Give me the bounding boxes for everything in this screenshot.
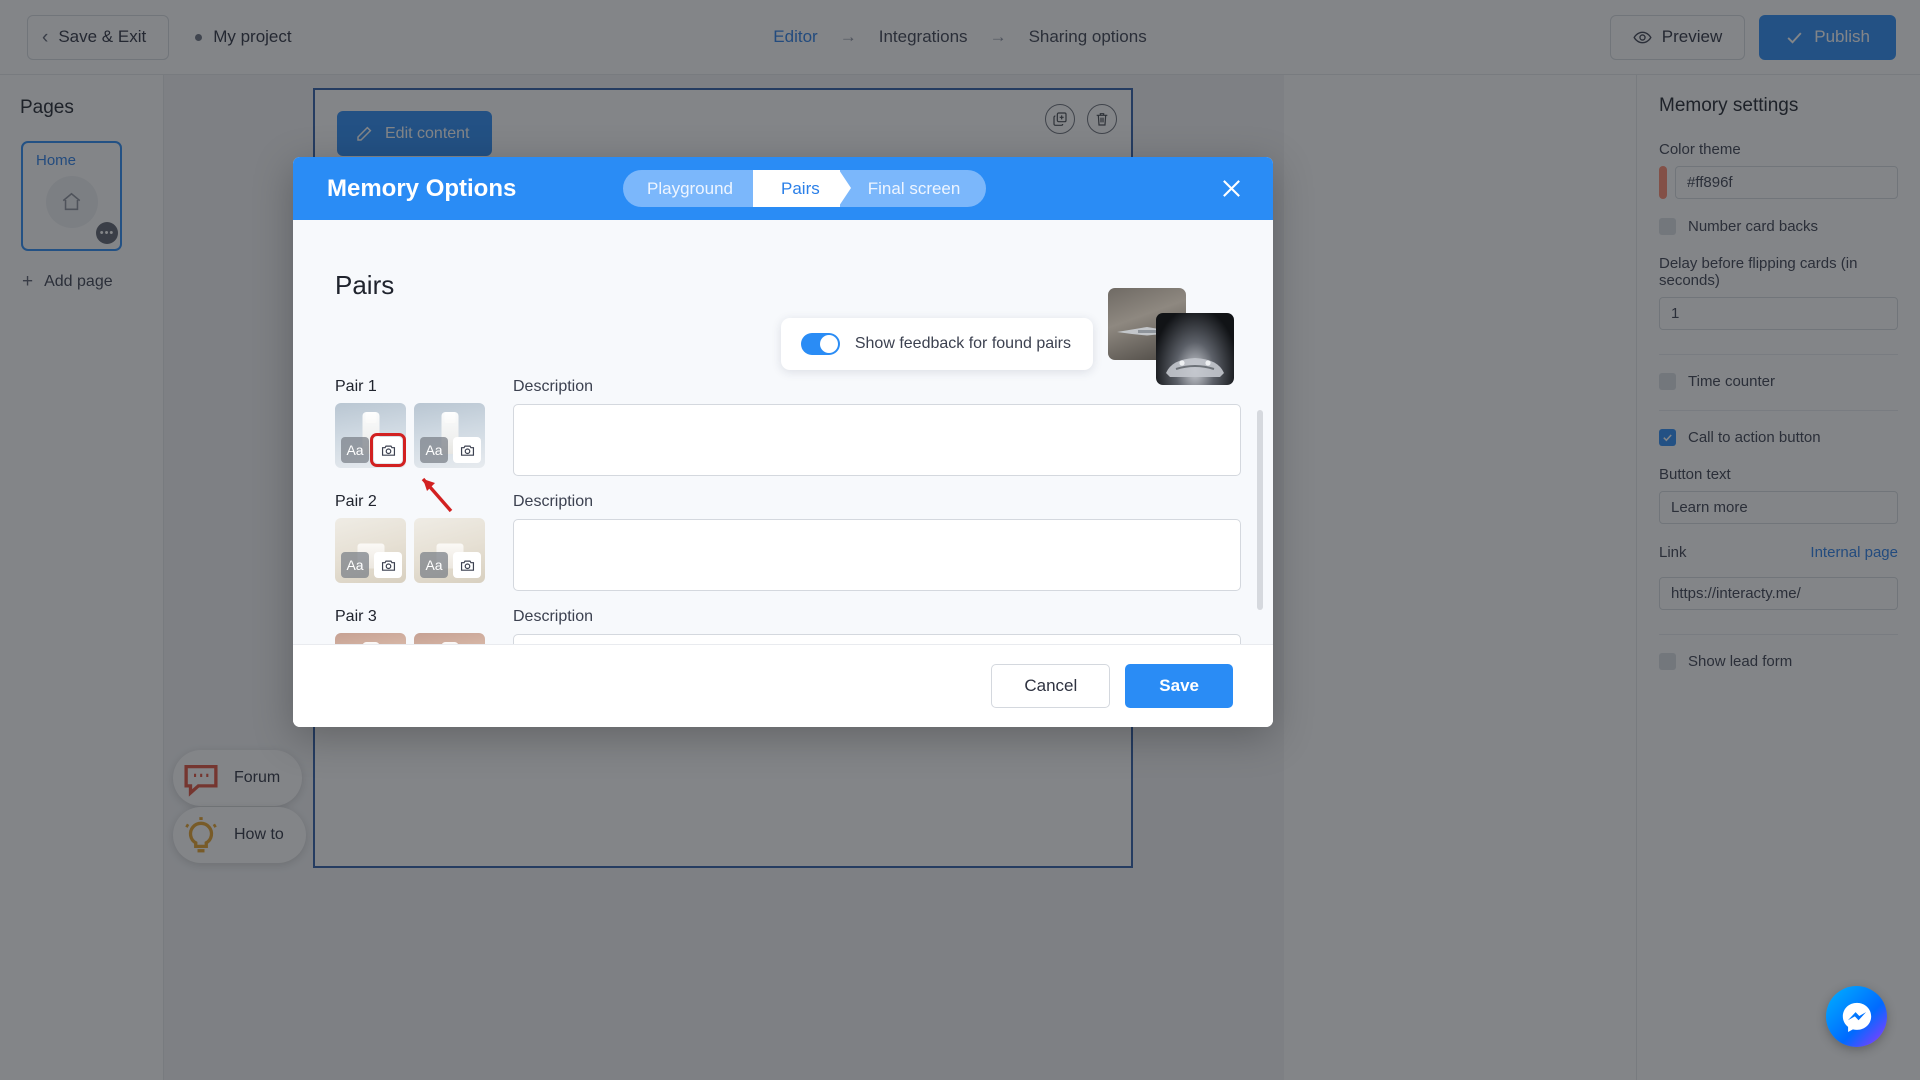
description-textarea[interactable] bbox=[513, 519, 1241, 591]
wizard-step-final-screen-label: Final screen bbox=[867, 178, 961, 198]
camera-icon bbox=[460, 560, 474, 571]
pairs-scrollbar[interactable] bbox=[1257, 410, 1263, 610]
image-chip[interactable] bbox=[374, 552, 402, 578]
description-textarea[interactable] bbox=[513, 404, 1241, 476]
modal-close-button[interactable] bbox=[1216, 174, 1246, 204]
feedback-toggle-card: Show feedback for found pairs bbox=[780, 318, 1093, 370]
messenger-chat-button[interactable] bbox=[1826, 986, 1887, 1047]
pairs-section-heading: Pairs bbox=[335, 270, 395, 300]
text-chip[interactable]: Aa bbox=[341, 437, 369, 463]
modal-wizard-steps: Playground Pairs Final screen bbox=[623, 157, 987, 220]
pair-cards-2: Aa Aa bbox=[335, 518, 485, 583]
pair-cards-1: Aa Aa bbox=[335, 403, 485, 468]
pair-left-3: Pair 3 bbox=[335, 608, 485, 644]
toggle-knob bbox=[819, 335, 838, 353]
pair-description-1: Description bbox=[513, 378, 1241, 481]
description-label: Description bbox=[513, 378, 594, 395]
show-feedback-label: Show feedback for found pairs bbox=[854, 335, 1071, 352]
pair-label: Pair 2 bbox=[335, 493, 377, 510]
pairs-list[interactable]: Pair 1 Aa Aa Description Pair 2 Aa Aa De… bbox=[335, 378, 1241, 644]
pair-card-a[interactable] bbox=[335, 633, 406, 644]
pair-left-2: Pair 2 Aa Aa bbox=[335, 493, 485, 596]
text-chip[interactable]: Aa bbox=[341, 552, 369, 578]
modal-body-inner: Pairs Show feedback for found pairs Pair… bbox=[293, 220, 1273, 644]
pair-card-b[interactable]: Aa bbox=[414, 403, 485, 468]
pair-label: Pair 3 bbox=[335, 608, 377, 625]
app-root: ‹ Save & Exit My project Editor → Integr… bbox=[0, 0, 1920, 1080]
pair-row: Pair 2 Aa Aa Description bbox=[335, 493, 1241, 596]
card-overlay-chips: Aa bbox=[420, 437, 481, 463]
image-chip[interactable] bbox=[453, 552, 481, 578]
description-label: Description bbox=[513, 608, 594, 625]
wizard-step-playground[interactable]: Playground bbox=[623, 170, 765, 207]
image-chip[interactable] bbox=[453, 437, 481, 463]
pair-row: Pair 1 Aa Aa Description bbox=[335, 378, 1241, 513]
camera-icon bbox=[460, 445, 474, 456]
pair-card-a[interactable]: Aa bbox=[335, 518, 406, 583]
pair-label: Pair 1 bbox=[335, 378, 377, 395]
wizard-step-final-screen[interactable]: Final screen bbox=[839, 170, 987, 207]
pair-left-1: Pair 1 Aa Aa bbox=[335, 378, 485, 513]
messenger-icon bbox=[1842, 1002, 1871, 1032]
modal-title: Memory Options bbox=[327, 174, 517, 202]
card-preview-back[interactable] bbox=[1156, 313, 1234, 385]
car-front-icon bbox=[1166, 358, 1224, 377]
description-textarea[interactable] bbox=[513, 634, 1241, 644]
pair-card-a[interactable]: Aa bbox=[335, 403, 406, 468]
card-art-bottle bbox=[441, 641, 458, 644]
save-button[interactable]: Save bbox=[1125, 664, 1233, 708]
card-overlay-chips: Aa bbox=[341, 552, 402, 578]
modal-body: Pairs Show feedback for found pairs Pair… bbox=[293, 220, 1273, 644]
description-label: Description bbox=[513, 493, 594, 510]
modal-footer: Cancel Save bbox=[293, 644, 1273, 727]
show-feedback-toggle[interactable] bbox=[800, 333, 840, 355]
pair-description-3: Description bbox=[513, 608, 1241, 644]
camera-icon bbox=[381, 560, 395, 571]
text-chip[interactable]: Aa bbox=[420, 437, 448, 463]
card-art-bottle bbox=[362, 641, 379, 644]
image-chip[interactable] bbox=[370, 433, 406, 467]
card-overlay-chips: Aa bbox=[341, 433, 406, 467]
pair-row: Pair 3 Description bbox=[335, 608, 1241, 644]
pair-cards-3 bbox=[335, 633, 485, 644]
pair-card-b[interactable]: Aa bbox=[414, 518, 485, 583]
close-icon bbox=[1222, 180, 1240, 197]
wizard-step-pairs[interactable]: Pairs bbox=[753, 170, 851, 207]
cancel-button[interactable]: Cancel bbox=[991, 664, 1111, 708]
wizard-step-playground-label: Playground bbox=[647, 178, 734, 198]
camera-icon bbox=[381, 445, 395, 456]
pair-card-b[interactable] bbox=[414, 633, 485, 644]
text-chip[interactable]: Aa bbox=[420, 552, 448, 578]
memory-options-modal: Memory Options Playground Pairs Final sc… bbox=[293, 157, 1273, 727]
card-overlay-chips: Aa bbox=[420, 552, 481, 578]
wizard-step-pairs-label: Pairs bbox=[781, 178, 820, 198]
modal-header: Memory Options Playground Pairs Final sc… bbox=[293, 157, 1273, 220]
pair-description-2: Description bbox=[513, 493, 1241, 596]
